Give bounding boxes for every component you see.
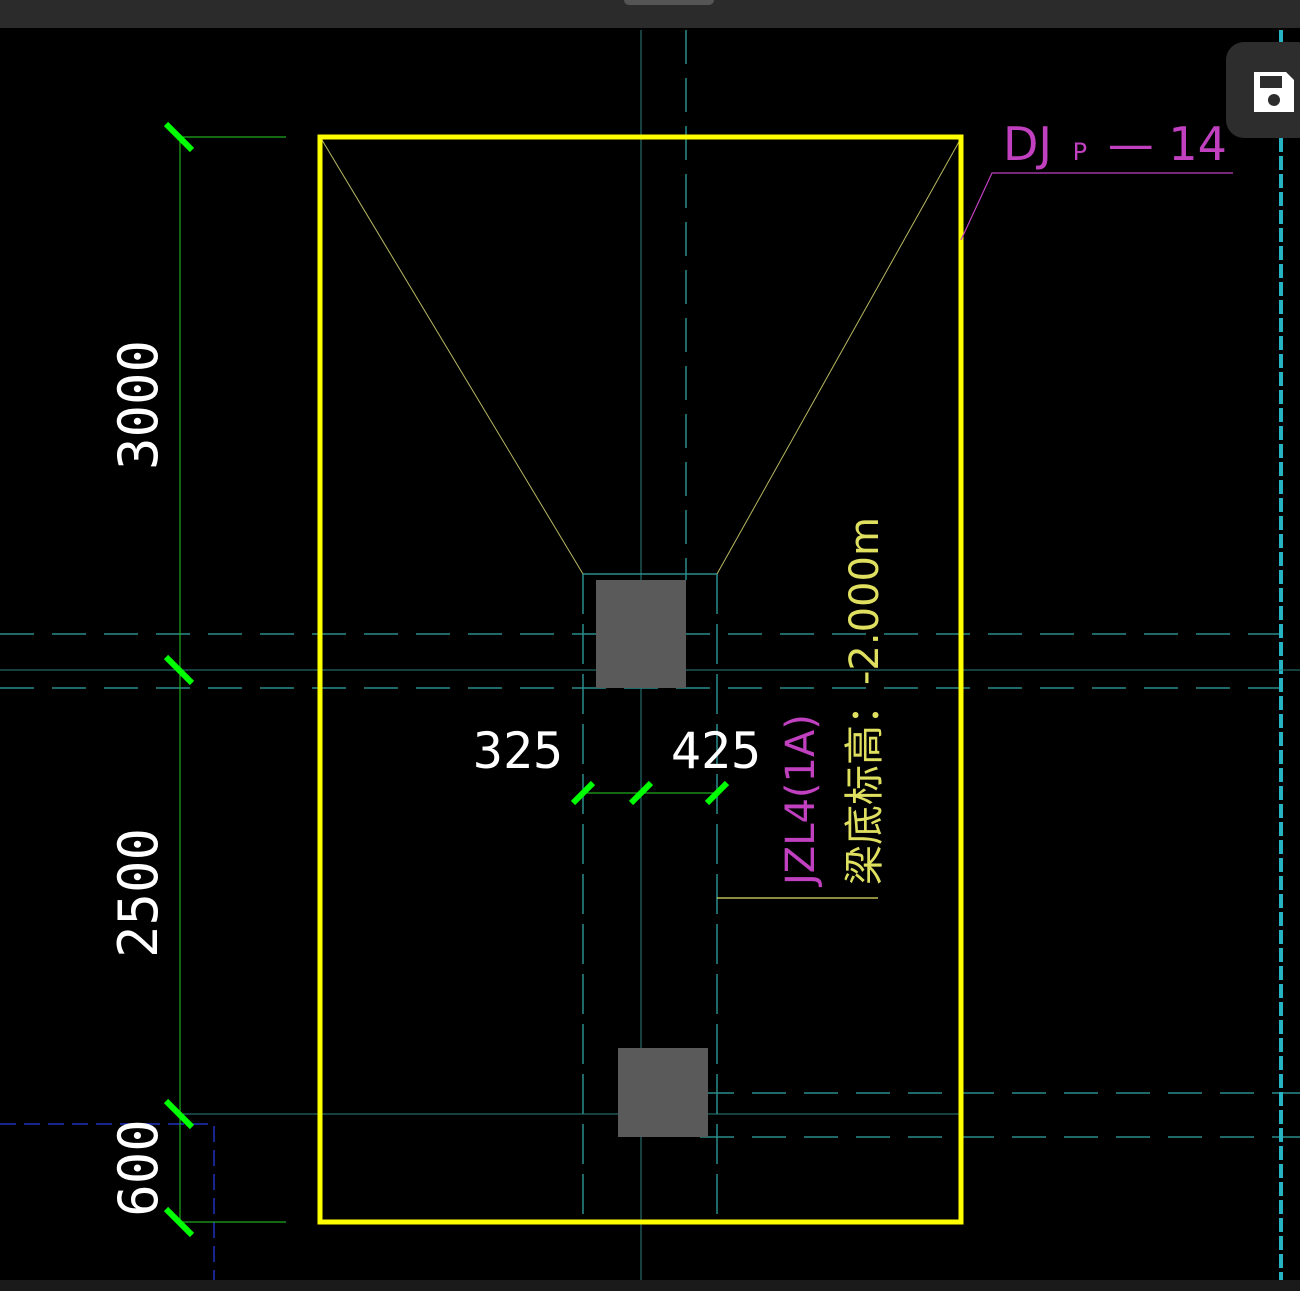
footing-label-main: DJ bbox=[1003, 117, 1052, 171]
column-dimension bbox=[570, 780, 730, 806]
dim-text-325: 325 bbox=[473, 722, 563, 780]
slope-line-right bbox=[716, 139, 961, 575]
footing-leader-line bbox=[960, 172, 1233, 241]
bottom-bar bbox=[0, 1280, 1300, 1291]
save-icon bbox=[1254, 72, 1294, 112]
slope-line-left bbox=[321, 139, 584, 575]
footing-label-suffix: — 14 bbox=[1108, 117, 1227, 171]
dim-text-425: 425 bbox=[671, 722, 761, 780]
dim-text-3000: 3000 bbox=[107, 340, 170, 470]
beam-elevation[interactable]: 梁底标高：-2.000m bbox=[842, 517, 888, 885]
cad-drawing-canvas[interactable]: 3000 2500 600 325 425 DJ P — 14 JZL4(1A)… bbox=[0, 0, 1300, 1291]
beam-label[interactable]: JZL4(1A) bbox=[778, 714, 824, 888]
left-dimension-chain bbox=[179, 136, 286, 1223]
dim-text-2500: 2500 bbox=[107, 828, 170, 958]
save-button[interactable] bbox=[1226, 42, 1300, 138]
column-bottom[interactable] bbox=[618, 1048, 708, 1137]
footing-label[interactable]: DJ P — 14 bbox=[1003, 117, 1227, 171]
footing-label-leader bbox=[960, 172, 1233, 241]
dim-text-600: 600 bbox=[107, 1119, 170, 1217]
left-dimension-ticks bbox=[163, 121, 195, 1238]
footing-label-sub: P bbox=[1073, 138, 1087, 166]
column-top[interactable] bbox=[596, 580, 686, 688]
